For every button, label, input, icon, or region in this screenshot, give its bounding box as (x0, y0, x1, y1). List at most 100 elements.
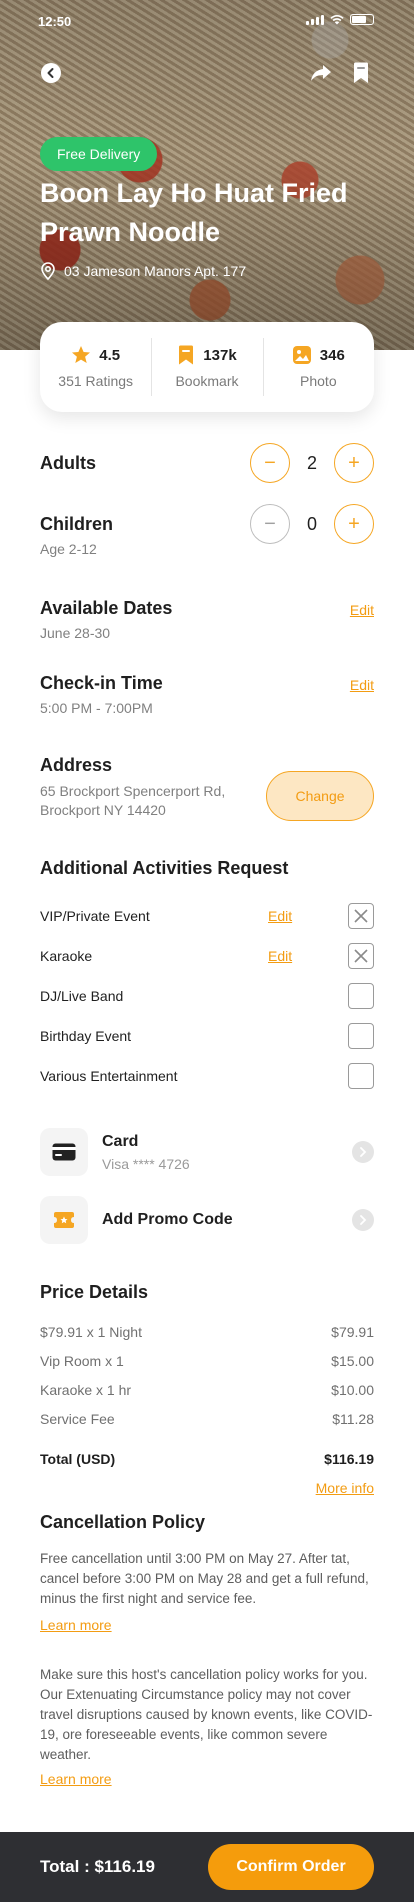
confirm-order-button[interactable]: Confirm Order (208, 1844, 374, 1890)
ticket-icon (54, 1212, 74, 1228)
minus-icon: − (264, 512, 276, 535)
activity-item: DJ/Live Band (40, 983, 374, 1009)
adults-count: 2 (306, 452, 317, 473)
stat-label: Bookmark (175, 373, 239, 389)
restaurant-title: Boon Lay Ho Huat Fried Prawn Noodle (40, 178, 348, 247)
status-icons (306, 14, 374, 25)
activity-item: Various Entertainment (40, 1063, 374, 1089)
activity-edit-link[interactable]: Edit (268, 908, 292, 924)
children-row: Children Age 2-12 − 0 + (40, 504, 374, 560)
price-line-label: Service Fee (40, 1411, 115, 1427)
activity-checkbox[interactable] (348, 1023, 374, 1049)
activity-label: Birthday Event (40, 1028, 132, 1044)
stat-bookmark[interactable]: 137k Bookmark (151, 322, 262, 412)
bookmark-save-icon (354, 62, 368, 83)
card-number: Visa **** 4726 (102, 1155, 190, 1172)
activity-edit-link[interactable]: Edit (268, 948, 292, 964)
adults-decrease-button[interactable]: − (250, 443, 290, 483)
activity-checkbox[interactable] (348, 983, 374, 1009)
edit-checkin-link[interactable]: Edit (350, 677, 374, 693)
activity-item: Birthday Event (40, 1023, 374, 1049)
stat-value: 137k (203, 346, 237, 364)
activity-checkbox[interactable] (348, 1063, 374, 1089)
price-line-label: Karaoke x 1 hr (40, 1382, 132, 1398)
back-icon (41, 63, 61, 83)
card-icon-container (40, 1128, 88, 1176)
plus-icon: + (348, 451, 360, 474)
credit-card-icon (52, 1143, 76, 1161)
stat-photo[interactable]: 346 Photo (262, 322, 374, 412)
promo-code-row[interactable]: Add Promo Code (40, 1195, 374, 1245)
hero-address-text: 03 Jameson Manors Apt. 177 (64, 263, 247, 279)
children-stepper: − 0 + (250, 504, 374, 544)
chevron-right-icon (352, 1141, 374, 1163)
activity-label: DJ/Live Band (40, 988, 124, 1004)
price-total-label: Total (USD) (40, 1451, 116, 1467)
card-title: Card (102, 1132, 139, 1150)
activity-label: Karaoke (40, 948, 93, 964)
activity-item: VIP/Private Event Edit (40, 903, 374, 929)
price-line: $79.91 x 1 Night $79.91 (40, 1324, 374, 1340)
price-line-amount: $11.28 (332, 1411, 374, 1427)
activities-title: Additional Activities Request (40, 858, 289, 878)
activity-label: VIP/Private Event (40, 908, 150, 924)
price-line-amount: $15.00 (331, 1353, 374, 1369)
price-total-amount: $116.19 (324, 1451, 374, 1467)
price-line: Vip Room x 1 $15.00 (40, 1353, 374, 1369)
address-row: Address 65 Brockport Spencerport Rd, Bro… (40, 755, 374, 835)
signal-icon (306, 14, 324, 25)
plus-icon: + (348, 512, 360, 535)
star-icon (72, 346, 91, 363)
share-button[interactable] (308, 60, 334, 86)
x-icon (354, 909, 368, 923)
photo-icon (292, 346, 311, 364)
status-time: 12:50 (38, 14, 72, 29)
stat-label: Photo (300, 373, 337, 389)
price-line-label: Vip Room x 1 (40, 1353, 124, 1369)
activity-checkbox[interactable] (348, 903, 374, 929)
checkin-row: Check-in Time 5:00 PM - 7:00PM Edit (40, 673, 374, 719)
edit-dates-link[interactable]: Edit (350, 602, 374, 618)
more-info-link[interactable]: More info (316, 1480, 374, 1496)
children-decrease-button[interactable]: − (250, 504, 290, 544)
bookmark-button[interactable] (348, 60, 374, 86)
location-pin-icon (41, 262, 55, 280)
battery-icon (350, 14, 374, 25)
price-total: Total (USD) $116.19 (40, 1451, 374, 1467)
x-icon (354, 949, 368, 963)
stat-label: 351 Ratings (58, 373, 134, 389)
minus-icon: − (264, 451, 276, 474)
cancellation-policy-paragraph: Make sure this host's cancellation polic… (40, 1667, 373, 1762)
activity-checkbox[interactable] (348, 943, 374, 969)
adults-stepper: − 2 + (250, 443, 374, 483)
payment-card-row[interactable]: Card Visa **** 4726 (40, 1127, 374, 1177)
stats-card: 4.5 351 Ratings 137k Bookmark 346 Photo (40, 322, 374, 412)
price-details-title: Price Details (40, 1282, 149, 1302)
cancellation-title: Cancellation Policy (40, 1512, 206, 1532)
price-line-amount: $79.91 (331, 1324, 374, 1340)
available-dates-row: Available Dates June 28-30 Edit (40, 598, 374, 644)
learn-more-link[interactable]: Learn more (40, 1771, 112, 1787)
available-dates-value: June 28-30 (40, 625, 111, 641)
share-icon (311, 65, 331, 81)
price-line-label: $79.91 x 1 Night (40, 1324, 142, 1340)
available-dates-label: Available Dates (40, 598, 173, 618)
chevron-right-icon (352, 1209, 374, 1231)
activity-item: Karaoke Edit (40, 943, 374, 969)
back-button[interactable] (38, 60, 64, 86)
hero-address: 03 Jameson Manors Apt. 177 (40, 262, 246, 280)
adults-row: Adults − 2 + (40, 443, 374, 483)
promo-icon-container (40, 1196, 88, 1244)
stat-value: 346 (319, 346, 345, 364)
bottom-bar: Total : $116.19 Confirm Order (0, 1832, 414, 1902)
children-increase-button[interactable]: + (334, 504, 374, 544)
bottom-total: Total : $116.19 (40, 1857, 155, 1876)
stat-ratings[interactable]: 4.5 351 Ratings (40, 322, 151, 412)
price-line-amount: $10.00 (331, 1382, 374, 1398)
price-line: Karaoke x 1 hr $10.00 (40, 1382, 374, 1398)
adults-increase-button[interactable]: + (334, 443, 374, 483)
activity-label: Various Entertainment (40, 1068, 178, 1084)
children-count: 0 (306, 513, 317, 534)
change-address-button[interactable]: Change (266, 771, 374, 821)
learn-more-link[interactable]: Learn more (40, 1617, 112, 1633)
